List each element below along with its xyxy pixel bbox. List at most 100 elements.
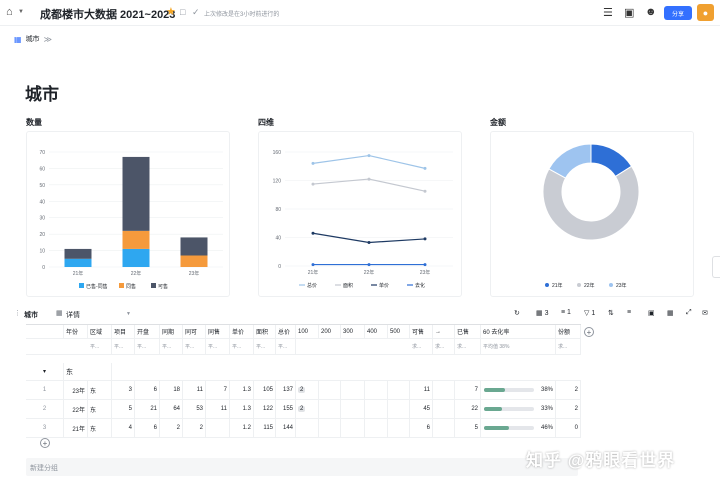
cell-value[interactable]: 155 bbox=[276, 400, 296, 418]
group-collapse-icon[interactable]: ▾ bbox=[26, 363, 64, 380]
cell-value[interactable]: 11 bbox=[183, 381, 206, 399]
cell-tag[interactable]: 2 bbox=[296, 381, 319, 399]
row-height-icon[interactable]: ≡ bbox=[627, 309, 631, 316]
cell-year[interactable]: 23年 bbox=[64, 381, 88, 399]
cell-value[interactable]: 6 bbox=[135, 381, 160, 399]
cell-share[interactable]: 0 bbox=[556, 419, 581, 437]
cell-value[interactable]: 4 bbox=[112, 419, 135, 437]
cell-year[interactable]: 21年 bbox=[64, 419, 88, 437]
column-header[interactable]: 同期 bbox=[160, 325, 183, 338]
cell-remain[interactable]: 7 bbox=[455, 381, 481, 399]
summary-cell[interactable]: 平... bbox=[254, 339, 276, 354]
cell-value[interactable]: 1.3 bbox=[230, 381, 254, 399]
cell-empty[interactable] bbox=[319, 419, 341, 437]
cell-value[interactable]: 6 bbox=[135, 419, 160, 437]
cell-value[interactable]: 1.2 bbox=[230, 419, 254, 437]
cell-empty[interactable] bbox=[319, 400, 341, 418]
cell-share[interactable]: 2 bbox=[556, 381, 581, 399]
cell-empty[interactable] bbox=[388, 419, 410, 437]
folder-icon[interactable]: □ bbox=[180, 7, 185, 17]
cell-value[interactable]: 7 bbox=[206, 381, 230, 399]
cell-empty[interactable] bbox=[341, 419, 365, 437]
cell-value[interactable]: 105 bbox=[254, 381, 276, 399]
grid-icon[interactable]: ▦ bbox=[667, 309, 674, 317]
summary-cell[interactable]: 平... bbox=[230, 339, 254, 354]
column-header[interactable]: 区域 bbox=[88, 325, 112, 338]
cell-arrow[interactable] bbox=[433, 381, 455, 399]
add-member-icon[interactable]: ☻ bbox=[645, 6, 657, 18]
column-header[interactable]: 项目 bbox=[112, 325, 135, 338]
summary-cell[interactable]: 求... bbox=[433, 339, 455, 354]
share-button[interactable]: 分享 bbox=[664, 6, 692, 20]
add-row-button[interactable]: + bbox=[40, 438, 50, 448]
column-header[interactable]: 单价 bbox=[230, 325, 254, 338]
view-selector[interactable]: 详情 bbox=[66, 310, 80, 320]
cell-empty[interactable] bbox=[365, 381, 388, 399]
expand-icon[interactable]: ⤢ bbox=[686, 309, 692, 317]
column-header[interactable]: 同可 bbox=[183, 325, 206, 338]
refresh-icon[interactable]: ↻ bbox=[514, 309, 520, 317]
cell-value[interactable]: 115 bbox=[254, 419, 276, 437]
select-all-checkbox[interactable] bbox=[26, 325, 64, 338]
cell-value[interactable]: 2 bbox=[160, 419, 183, 437]
cell-empty[interactable] bbox=[388, 400, 410, 418]
column-header[interactable]: → bbox=[433, 325, 455, 338]
cell-value[interactable]: 53 bbox=[183, 400, 206, 418]
sort-icon[interactable]: ⇅ bbox=[608, 309, 614, 317]
summary-cell[interactable]: 平... bbox=[160, 339, 183, 354]
document-title[interactable]: 成都楼市大数据 2021~2023 bbox=[40, 6, 175, 22]
cell-share[interactable]: 2 bbox=[556, 400, 581, 418]
column-header[interactable]: 可售 bbox=[410, 325, 433, 338]
cell-value[interactable]: 122 bbox=[254, 400, 276, 418]
cell-arrow[interactable] bbox=[433, 400, 455, 418]
cell-empty[interactable] bbox=[341, 400, 365, 418]
cell-year[interactable]: 22年 bbox=[64, 400, 88, 418]
cell-value[interactable]: 137 bbox=[276, 381, 296, 399]
column-header[interactable]: 年份 bbox=[64, 325, 88, 338]
column-header[interactable]: 200 bbox=[319, 325, 341, 338]
summary-cell[interactable]: 平... bbox=[88, 339, 112, 354]
drag-handle-icon[interactable]: ⋮ bbox=[14, 309, 21, 317]
group-icon[interactable]: ≡ 1 bbox=[561, 309, 571, 316]
column-header[interactable]: 总价 bbox=[276, 325, 296, 338]
home-icon[interactable]: ⌂ bbox=[6, 6, 13, 18]
column-header[interactable]: 面积 bbox=[254, 325, 276, 338]
cell-value[interactable]: 3 bbox=[112, 381, 135, 399]
cell-value[interactable]: 2 bbox=[183, 419, 206, 437]
cell-tag[interactable]: 2 bbox=[296, 400, 319, 418]
cell-arrow[interactable] bbox=[433, 419, 455, 437]
cell-area[interactable]: 东 bbox=[88, 381, 112, 399]
filter-icon[interactable]: ▽ 1 bbox=[584, 309, 595, 317]
column-header[interactable]: 开盘 bbox=[135, 325, 160, 338]
summary-cell[interactable]: 求... bbox=[410, 339, 433, 354]
new-group-button[interactable]: 新建分组 bbox=[26, 458, 578, 476]
avatar[interactable]: ● bbox=[697, 4, 714, 21]
summary-cell[interactable]: 平均值 38% bbox=[481, 339, 556, 354]
cell-value[interactable]: 144 bbox=[276, 419, 296, 437]
cell-value[interactable]: 1.3 bbox=[230, 400, 254, 418]
card-view-icon[interactable]: ▣ bbox=[648, 309, 655, 317]
column-header[interactable]: 300 bbox=[341, 325, 365, 338]
summary-cell[interactable]: 平... bbox=[183, 339, 206, 354]
cell-value[interactable]: 5 bbox=[112, 400, 135, 418]
column-header[interactable]: 60 去化率 bbox=[481, 325, 556, 338]
cell-area[interactable]: 东 bbox=[88, 419, 112, 437]
cell-empty[interactable] bbox=[319, 381, 341, 399]
cell-value[interactable]: 64 bbox=[160, 400, 183, 418]
present-icon[interactable]: ▣ bbox=[624, 6, 634, 19]
columns-icon[interactable]: ▦ 3 bbox=[536, 309, 548, 317]
menu-icon[interactable]: ☰ bbox=[603, 6, 613, 19]
star-icon[interactable]: ★ bbox=[166, 5, 176, 18]
table-name[interactable]: 城市 bbox=[24, 310, 38, 320]
cell-sold[interactable]: 11 bbox=[410, 381, 433, 399]
cell-value[interactable]: 11 bbox=[206, 400, 230, 418]
column-header[interactable]: 份额 bbox=[556, 325, 581, 338]
chevron-down-icon[interactable]: ▼ bbox=[18, 9, 24, 15]
cell-sold[interactable]: 6 bbox=[410, 419, 433, 437]
chevron-down-icon[interactable]: ▼ bbox=[126, 311, 131, 317]
column-header[interactable]: 500 bbox=[388, 325, 410, 338]
cell-value[interactable] bbox=[206, 419, 230, 437]
cell-empty[interactable] bbox=[365, 400, 388, 418]
add-column-button[interactable]: + bbox=[584, 327, 594, 337]
cell-value[interactable]: 21 bbox=[135, 400, 160, 418]
